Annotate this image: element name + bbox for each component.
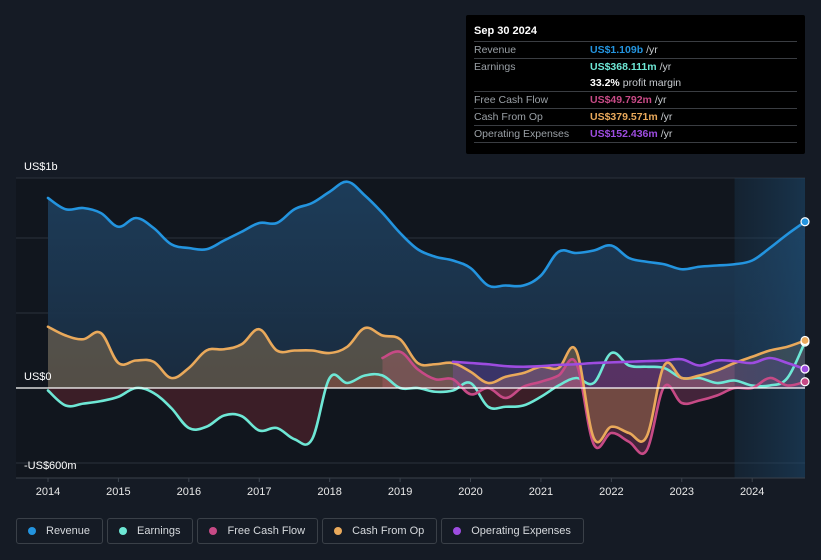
x-tick-label: 2019	[388, 486, 412, 498]
legend-item-operating-expenses[interactable]: Operating Expenses	[441, 518, 584, 544]
tooltip-label	[474, 75, 590, 91]
x-tick-label: 2023	[670, 486, 694, 498]
legend-item-revenue[interactable]: Revenue	[16, 518, 104, 544]
legend-dot-icon	[28, 527, 36, 535]
endpoint-cash-from-op	[800, 335, 810, 346]
endpoint-free-cash-flow	[800, 377, 810, 387]
legend-label: Free Cash Flow	[227, 525, 306, 537]
tooltip-date: Sep 30 2024	[474, 23, 797, 42]
tooltip-value: US$368.111m	[590, 61, 657, 73]
x-tick-label: 2018	[317, 486, 341, 498]
profit-margin-value: 33.2%	[590, 77, 620, 89]
tooltip-label: Free Cash Flow	[474, 94, 549, 106]
tooltip-label: Cash From Op	[474, 111, 543, 123]
x-tick-label: 2015	[106, 486, 130, 498]
legend-dot-icon	[209, 527, 218, 535]
legend-label: Revenue	[46, 525, 91, 537]
legend-item-earnings[interactable]: Earnings	[107, 518, 194, 544]
tooltip: Sep 30 2024 Revenue US$1.109b /yr Earnin…	[466, 15, 805, 154]
legend-dot-icon	[453, 527, 462, 535]
tooltip-value: US$49.792m	[590, 94, 652, 106]
legend-dot-icon	[334, 527, 343, 535]
tooltip-unit: /yr	[659, 61, 672, 73]
tooltip-unit: /yr	[660, 128, 673, 140]
tooltip-value: US$1.109b	[590, 44, 644, 56]
x-tick-label: 2022	[599, 486, 623, 498]
x-tick-label: 2016	[177, 486, 201, 498]
legend-dot-icon	[119, 527, 128, 535]
y-tick-label: US$0	[24, 371, 52, 383]
tooltip-unit: /yr	[654, 94, 667, 106]
x-tick-label: 2014	[36, 486, 60, 498]
legend: Revenue Earnings Free Cash Flow Cash Fro…	[16, 518, 584, 544]
legend-label: Operating Expenses	[471, 525, 571, 537]
legend-item-free-cash-flow[interactable]: Free Cash Flow	[197, 518, 319, 544]
tooltip-unit: /yr	[646, 44, 658, 56]
tooltip-row-operating-expenses: Operating Expenses US$152.436m /yr	[474, 126, 797, 143]
tooltip-label: Earnings	[474, 61, 516, 73]
tooltip-label: Revenue	[474, 44, 517, 56]
tooltip-row-free-cash-flow: Free Cash Flow US$49.792m /yr	[474, 92, 797, 109]
x-tick-label: 2024	[740, 486, 764, 498]
profit-margin-text: profit margin	[622, 77, 682, 89]
tooltip-unit: /yr	[660, 111, 673, 123]
tooltip-row-profit-margin: 33.2% profit margin	[474, 75, 797, 92]
tooltip-row-cash-from-op: Cash From Op US$379.571m /yr	[474, 109, 797, 126]
tooltip-row-earnings: Earnings US$368.111m /yr	[474, 59, 797, 75]
x-tick-label: 2021	[529, 486, 553, 498]
legend-label: Cash From Op	[352, 525, 425, 537]
legend-label: Earnings	[137, 525, 181, 537]
y-tick-label: -US$600m	[24, 460, 77, 472]
x-axis-ticks: 2014 2015 2016 2017 2018 2019 2020 2021 2022 2023…	[36, 478, 764, 498]
legend-item-cash-from-op[interactable]: Cash From Op	[322, 518, 438, 544]
tooltip-label: Operating Expenses	[474, 128, 570, 140]
tooltip-value: US$152.436m	[590, 128, 658, 140]
endpoint-operating-expenses	[800, 364, 810, 374]
y-tick-label: US$1b	[24, 161, 58, 173]
tooltip-value: US$379.571m	[590, 111, 658, 123]
tooltip-row-revenue: Revenue US$1.109b /yr	[474, 42, 797, 59]
x-tick-label: 2017	[247, 486, 271, 498]
x-tick-label: 2020	[458, 486, 482, 498]
endpoint-revenue	[800, 217, 810, 227]
forecast-highlight	[734, 178, 805, 478]
